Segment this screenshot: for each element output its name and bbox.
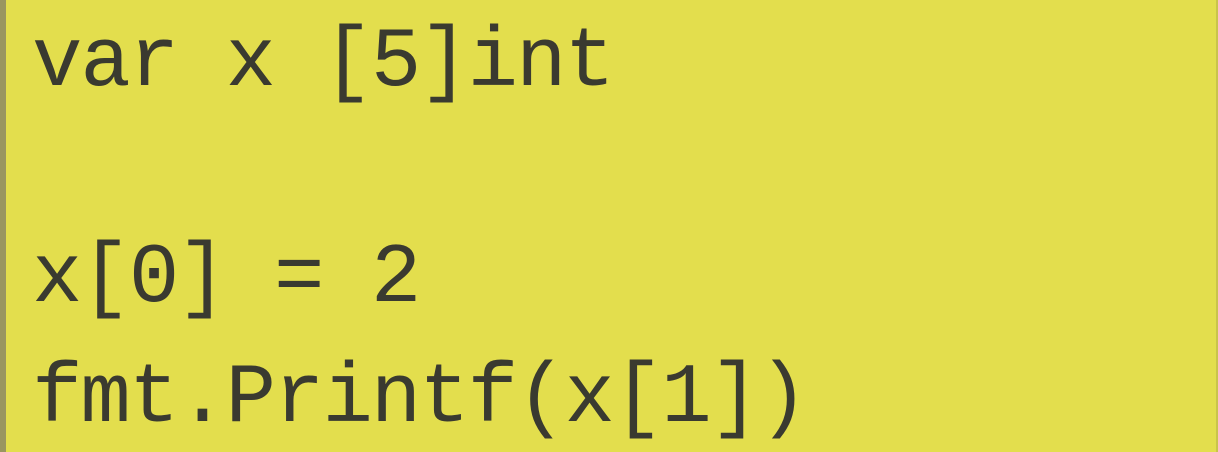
code-slide: var x [5]int x[0] = 2 fmt.Printf(x[1]) bbox=[0, 0, 1218, 452]
code-line-declaration: var x [5]int bbox=[32, 16, 615, 111]
code-line-assignment: x[0] = 2 bbox=[32, 232, 421, 327]
code-line-print: fmt.Printf(x[1]) bbox=[32, 352, 809, 447]
